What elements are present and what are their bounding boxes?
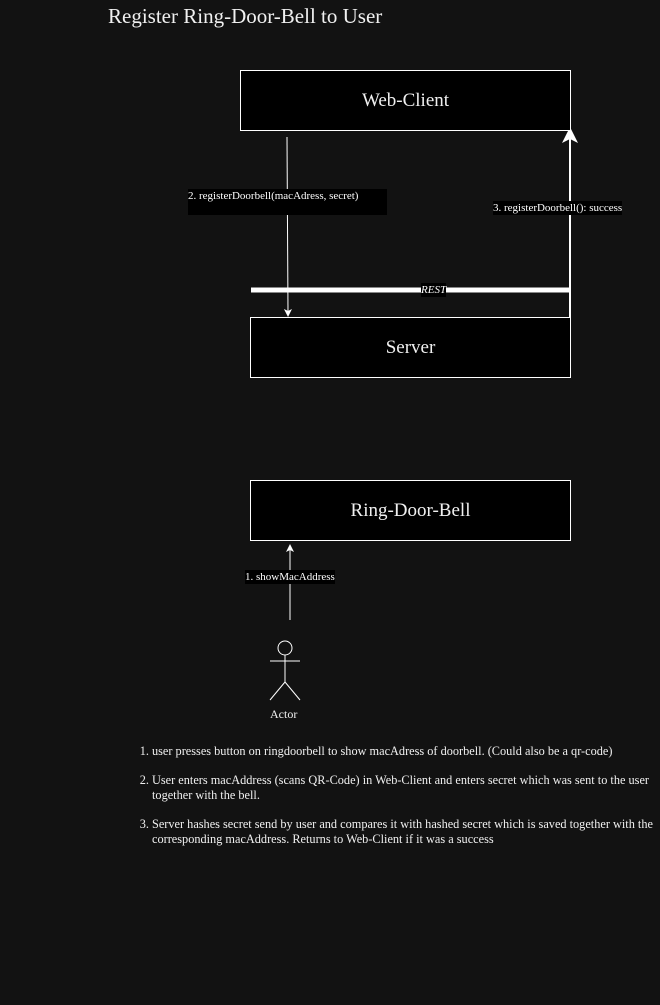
note-item: Server hashes secret send by user and co… bbox=[152, 817, 660, 847]
notes-list: user presses button on ringdoorbell to s… bbox=[138, 744, 660, 861]
ring-door-bell-node: Ring-Door-Bell bbox=[250, 480, 571, 541]
note-item: user presses button on ringdoorbell to s… bbox=[152, 744, 660, 759]
server-node: Server bbox=[250, 317, 571, 378]
register-request-label: 2. registerDoorbell(macAdress, secret) bbox=[188, 189, 387, 215]
register-response-label: 3. registerDoorbell(): success bbox=[493, 201, 623, 215]
actor-label: Actor bbox=[270, 707, 298, 721]
show-mac-label: 1. showMacAddress bbox=[245, 570, 335, 584]
web-client-node: Web-Client bbox=[240, 70, 571, 131]
register-request-arrow bbox=[283, 136, 292, 317]
actor-icon bbox=[269, 640, 301, 701]
rest-label: REST bbox=[421, 283, 447, 297]
note-item: User enters macAddress (scans QR-Code) i… bbox=[152, 773, 660, 803]
